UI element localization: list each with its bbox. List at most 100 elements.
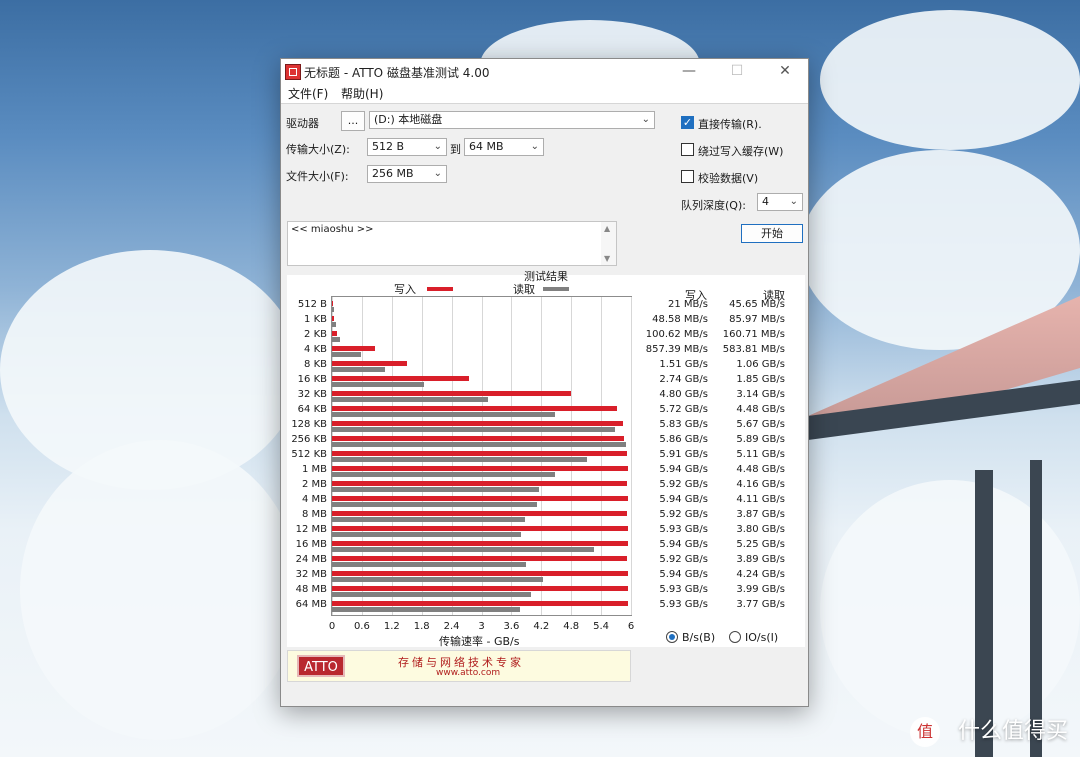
y-tick-label: 48 MB (295, 584, 327, 595)
file-size-select[interactable]: 256 MB ⌄ (367, 165, 447, 183)
write-value: 5.83 GB/s (659, 419, 708, 430)
bps-radio[interactable] (666, 631, 678, 643)
legend-write-label: 写入 (394, 283, 416, 296)
gridline (332, 297, 333, 615)
y-tick-label: 16 KB (297, 374, 327, 385)
write-value: 5.94 GB/s (659, 494, 708, 505)
scrollbar[interactable]: ▲ ▼ (601, 222, 616, 265)
y-tick-label: 8 KB (304, 359, 327, 370)
read-bar (332, 547, 594, 552)
ios-radio[interactable] (729, 631, 741, 643)
bypass-cache-checkbox[interactable] (681, 143, 694, 156)
start-button[interactable]: 开始 (741, 224, 803, 243)
atto-banner[interactable]: ATTO 存储与网络技术专家 www.atto.com (287, 650, 631, 682)
transfer-to-value: 64 MB (469, 140, 504, 153)
write-bar (332, 376, 469, 381)
read-bar (332, 442, 626, 447)
read-value: 4.24 GB/s (736, 569, 785, 580)
y-tick-label: 32 MB (295, 569, 327, 580)
bar-chart (331, 296, 632, 616)
scroll-down-icon[interactable]: ▼ (604, 254, 610, 263)
x-tick-label: 4.8 (563, 621, 580, 632)
bypass-cache-label: 绕过写入缓存(W) (698, 145, 784, 158)
maximize-button[interactable]: ☐ (714, 59, 760, 83)
y-tick-label: 24 MB (295, 554, 327, 565)
write-bar (332, 301, 334, 306)
drive-value: (D:) 本地磁盘 (374, 113, 443, 126)
queue-depth-value: 4 (762, 195, 769, 208)
description-text: << miaoshu >> (291, 224, 374, 235)
gridline (601, 297, 603, 615)
read-bar (332, 472, 556, 477)
write-bar (332, 481, 627, 486)
y-tick-label: 2 KB (304, 329, 327, 340)
chevron-down-icon: ⌄ (641, 114, 650, 125)
y-tick-label: 512 B (297, 299, 327, 310)
write-value: 5.93 GB/s (659, 524, 708, 535)
read-bar (332, 607, 520, 612)
x-tick-label: 4.2 (533, 621, 550, 632)
read-bar (332, 532, 522, 537)
read-value: 3.80 GB/s (736, 524, 785, 535)
read-value: 3.99 GB/s (736, 584, 785, 595)
transfer-from-select[interactable]: 512 B ⌄ (367, 138, 447, 156)
gridline (361, 297, 363, 615)
direct-io-label: 直接传输(R). (698, 118, 762, 131)
x-tick-label: 5.4 (593, 621, 610, 632)
chevron-down-icon: ⌄ (530, 141, 539, 152)
write-value: 5.86 GB/s (659, 434, 708, 445)
queue-depth-select[interactable]: 4 ⌄ (757, 193, 803, 211)
scroll-up-icon[interactable]: ▲ (604, 224, 610, 233)
write-bar (332, 511, 627, 516)
read-bar (332, 307, 335, 312)
transfer-from-value: 512 B (372, 140, 405, 153)
atto-app-icon (285, 64, 301, 80)
write-value: 1.51 GB/s (659, 359, 708, 370)
chevron-down-icon: ⌄ (433, 141, 442, 152)
write-value: 5.72 GB/s (659, 404, 708, 415)
menu-help[interactable]: 帮助(H) (341, 85, 383, 102)
verify-checkbox[interactable] (681, 170, 694, 183)
title-bar[interactable]: 无标题 - ATTO 磁盘基准测试 4.00 — ☐ ✕ (281, 59, 808, 83)
write-value: 5.92 GB/s (659, 479, 708, 490)
read-value: 1.85 GB/s (736, 374, 785, 385)
read-bar (332, 502, 537, 507)
banner-website[interactable]: www.atto.com (436, 668, 500, 678)
write-bar (332, 346, 375, 351)
write-bar (332, 331, 337, 336)
x-tick-label: 3 (478, 621, 485, 632)
x-tick-label: 1.2 (383, 621, 400, 632)
read-bar (332, 397, 489, 402)
drive-label: 驱动器 (286, 117, 319, 130)
y-tick-label: 2 MB (301, 479, 327, 490)
to-label: 到 (450, 143, 461, 156)
direct-io-checkbox[interactable]: ✓ (681, 116, 694, 129)
read-value: 3.87 GB/s (736, 509, 785, 520)
transfer-to-select[interactable]: 64 MB ⌄ (464, 138, 544, 156)
y-tick-label: 1 MB (301, 464, 327, 475)
write-bar (332, 406, 618, 411)
browse-button[interactable]: ... (341, 111, 365, 131)
x-axis-label: 传输速率 - GB/s (439, 635, 520, 648)
read-bar (332, 427, 615, 432)
write-bar (332, 556, 627, 561)
read-value: 85.97 MB/s (729, 314, 785, 325)
write-bar (332, 391, 572, 396)
watermark-badge: 值 (910, 717, 940, 747)
gridline (631, 297, 632, 615)
close-button[interactable]: ✕ (762, 59, 808, 83)
write-value: 857.39 MB/s (645, 344, 708, 355)
minimize-button[interactable]: — (666, 59, 712, 83)
y-tick-label: 256 KB (291, 434, 327, 445)
chevron-down-icon: ⌄ (789, 196, 798, 207)
description-textbox[interactable]: << miaoshu >> ▲ ▼ (287, 221, 617, 266)
drive-select[interactable]: (D:) 本地磁盘 ⌄ (369, 111, 655, 129)
write-value: 21 MB/s (668, 299, 708, 310)
read-bar (332, 562, 526, 567)
menu-file[interactable]: 文件(F) (288, 85, 328, 102)
write-value: 100.62 MB/s (645, 329, 708, 340)
read-bar (332, 592, 531, 597)
write-bar (332, 466, 628, 471)
y-tick-label: 512 KB (291, 449, 327, 460)
gridline (451, 297, 453, 615)
